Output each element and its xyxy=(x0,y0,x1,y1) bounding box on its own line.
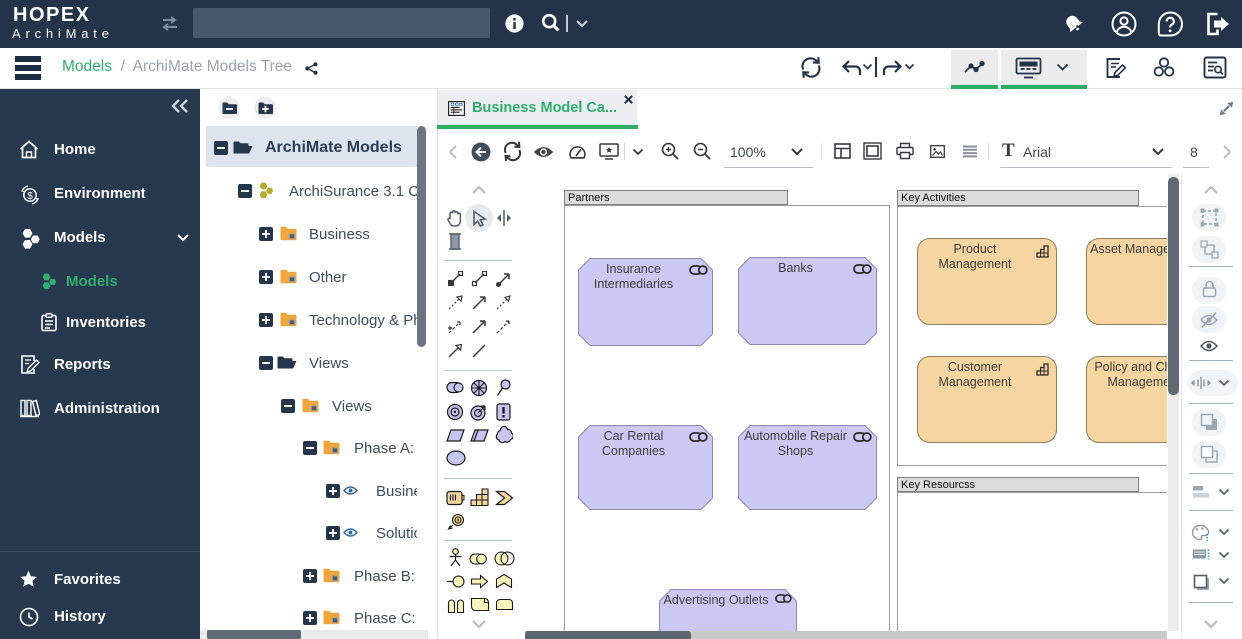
svg-text:$: $ xyxy=(27,191,33,202)
